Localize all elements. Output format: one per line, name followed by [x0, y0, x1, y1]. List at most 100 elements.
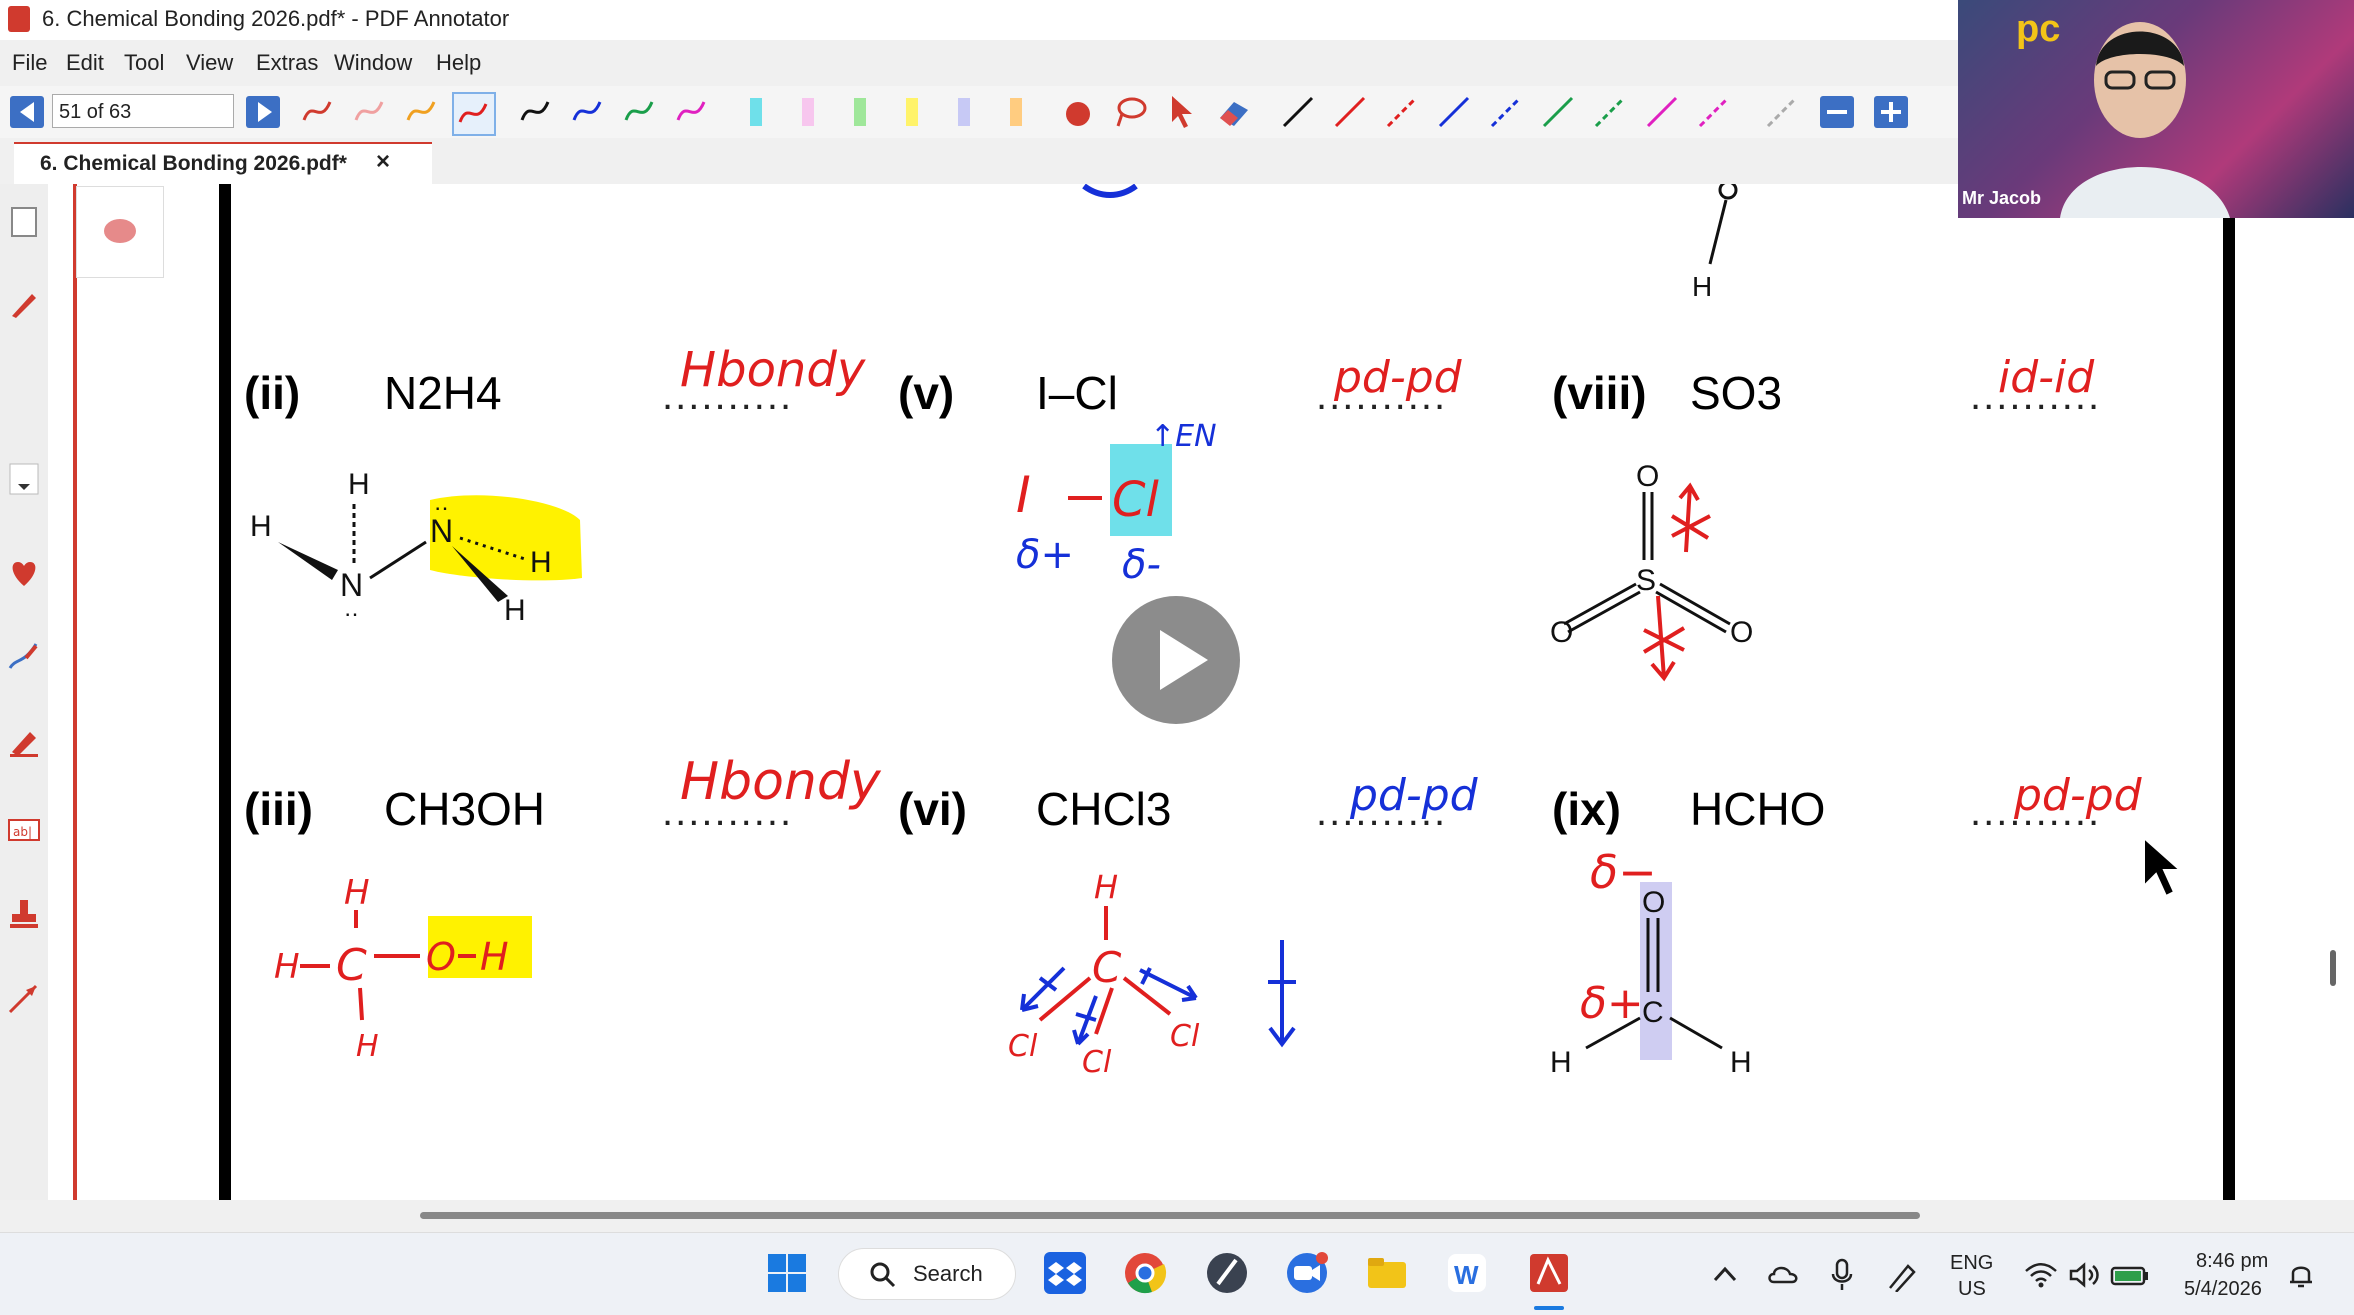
question-formula: N2H4: [384, 367, 502, 419]
arrow-line-icon[interactable]: [6, 980, 42, 1016]
volume-icon[interactable]: [2068, 1262, 2102, 1288]
select-arrow-icon[interactable]: [1162, 92, 1202, 132]
atom-h: H: [356, 1029, 379, 1064]
taskbar: [0, 1232, 2354, 1315]
language-region[interactable]: US: [1958, 1278, 1986, 1301]
pencil-icon[interactable]: [6, 286, 42, 322]
svg-text:W: W: [1454, 1260, 1479, 1290]
menu-view[interactable]: View: [186, 50, 233, 76]
close-tab-icon[interactable]: ×: [376, 148, 390, 176]
previous-page-icon[interactable]: [8, 92, 48, 132]
marker-icon[interactable]: [6, 724, 42, 760]
atom-h: H: [348, 468, 370, 501]
menu-file[interactable]: File: [12, 50, 47, 76]
atom-h: H: [1094, 868, 1118, 906]
highlighter-green-icon[interactable]: [840, 92, 880, 132]
delta-plus-label: δ+: [1016, 532, 1074, 578]
line-red-icon[interactable]: [1330, 92, 1370, 132]
pen-blue-icon[interactable]: [568, 92, 608, 132]
zoom-icon[interactable]: [1284, 1250, 1330, 1296]
handwritten-answer: id-id: [1998, 352, 2095, 403]
hand-tool-icon[interactable]: [1058, 92, 1098, 132]
windows-start-icon[interactable]: [764, 1250, 810, 1296]
page-number-field[interactable]: 51 of 63: [52, 94, 234, 128]
taskbar-search[interactable]: Search: [838, 1248, 1016, 1300]
chrome-icon[interactable]: [1122, 1250, 1168, 1296]
microphone-icon[interactable]: [1830, 1258, 1854, 1292]
question-formula: SO3: [1690, 367, 1783, 419]
dashed-line-red-icon[interactable]: [1382, 92, 1422, 132]
file-explorer-icon[interactable]: [1364, 1250, 1410, 1296]
next-page-icon[interactable]: [244, 92, 284, 132]
dashed-line-magenta-icon[interactable]: [1694, 92, 1734, 132]
menu-help[interactable]: Help: [436, 50, 481, 76]
atom-o: O: [1642, 886, 1665, 919]
highlighter-cyan-icon[interactable]: [736, 92, 776, 132]
onedrive-cloud-icon[interactable]: [1766, 1262, 1800, 1286]
clock-date[interactable]: 5/4/2026: [2184, 1278, 2262, 1301]
lasso-icon[interactable]: [1110, 92, 1150, 132]
atom-c: C: [1092, 943, 1122, 992]
oh-bond-fragment: H: [1692, 184, 1738, 302]
page-thumbnail[interactable]: [76, 186, 164, 278]
presenter-name: Mr Jacob: [1962, 188, 2042, 208]
pen-black-icon[interactable]: [516, 92, 556, 132]
atom-h: H: [480, 935, 509, 979]
heart-icon[interactable]: [6, 554, 42, 590]
menu-extras[interactable]: Extras: [256, 50, 318, 76]
eraser-icon[interactable]: [1214, 92, 1254, 132]
menu-tool[interactable]: Tool: [124, 50, 164, 76]
chevron-up-icon[interactable]: [1712, 1264, 1738, 1284]
play-button[interactable]: [1112, 596, 1240, 724]
pdf-annotator-taskbar-icon[interactable]: [1526, 1250, 1572, 1296]
dropbox-icon[interactable]: [1042, 1250, 1088, 1296]
line-magenta-icon[interactable]: [1642, 92, 1682, 132]
line-green-icon[interactable]: [1538, 92, 1578, 132]
vertical-scrollbar[interactable]: [2330, 950, 2336, 986]
line-black-icon[interactable]: [1278, 92, 1318, 132]
line-blue-icon[interactable]: [1434, 92, 1474, 132]
pen-menu-icon[interactable]: [1886, 1258, 1920, 1292]
dashed-line-gray-icon[interactable]: [1762, 92, 1802, 132]
page-icon[interactable]: [6, 204, 42, 240]
document-tab[interactable]: 6. Chemical Bonding 2026.pdf* ×: [14, 142, 432, 184]
pen-green-icon[interactable]: [620, 92, 660, 132]
pen-red-selected-icon[interactable]: [452, 92, 496, 136]
pen-magenta-icon[interactable]: [672, 92, 712, 132]
pen-light-red-icon[interactable]: [350, 92, 390, 132]
highlighter-yellow-icon[interactable]: [892, 92, 932, 132]
clock-time[interactable]: 8:46 pm: [2196, 1250, 2268, 1273]
highlighter-lavender-icon[interactable]: [944, 92, 984, 132]
text-box-icon[interactable]: ab|: [6, 812, 42, 848]
highlighter-pink-icon[interactable]: [788, 92, 828, 132]
dashed-line-green-icon[interactable]: [1590, 92, 1630, 132]
question-number: (vi): [898, 783, 967, 835]
n2h4-structure: H H N ‥ N ‥ H H: [250, 468, 582, 627]
word-app-icon[interactable]: W: [1444, 1250, 1490, 1296]
language-indicator[interactable]: ENG: [1950, 1252, 1993, 1275]
freehand-pen-icon[interactable]: [6, 638, 42, 674]
svg-text:ab|: ab|: [13, 825, 32, 839]
dashed-line-blue-icon[interactable]: [1486, 92, 1526, 132]
pen-orange-icon[interactable]: [402, 92, 442, 132]
pen-red-icon[interactable]: [298, 92, 338, 132]
atom-n: N: [430, 513, 453, 549]
highlighter-orange-icon[interactable]: [996, 92, 1036, 132]
wifi-icon[interactable]: [2024, 1262, 2058, 1288]
scroll-stepper-icon[interactable]: [6, 462, 42, 498]
stamp-icon[interactable]: [6, 896, 42, 932]
atom-h: H: [274, 947, 300, 987]
zoom-in-icon[interactable]: [1872, 92, 1912, 132]
horizontal-scrollbar[interactable]: [420, 1212, 1920, 1219]
menu-edit[interactable]: Edit: [66, 50, 104, 76]
atom-cl: Cl: [1112, 472, 1160, 528]
atom-h: H: [504, 594, 526, 627]
menu-window[interactable]: Window: [334, 50, 412, 76]
question-number: (v): [898, 367, 955, 419]
battery-icon[interactable]: [2110, 1262, 2150, 1288]
handwritten-answer: pd-pd: [2014, 770, 2142, 821]
zoom-out-icon[interactable]: [1818, 92, 1858, 132]
question-number: (viii): [1552, 367, 1647, 419]
notification-bell-icon[interactable]: [2286, 1260, 2316, 1290]
app-compass-icon[interactable]: [1204, 1250, 1250, 1296]
